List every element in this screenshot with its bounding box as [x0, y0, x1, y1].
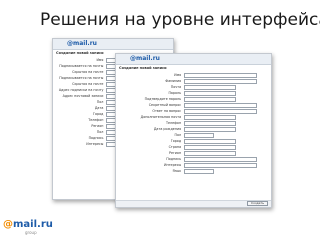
form-row-label: Интересы	[86, 142, 104, 146]
form-caption: Создание новой записи	[56, 51, 104, 55]
slide-title: Решения на уровне интерфейса	[40, 10, 320, 30]
form-row-input[interactable]	[184, 169, 215, 174]
brand-logo-at: @	[3, 219, 13, 230]
submit-button[interactable]: Создать	[247, 200, 268, 206]
brand-logo: @mail.ru	[3, 219, 53, 230]
brand-logo-subtitle: group	[25, 230, 37, 235]
mailru-logo: @mail.ru	[67, 40, 97, 47]
mailru-logo: @mail.ru	[130, 55, 160, 62]
form-header: @mail.ru	[116, 54, 271, 65]
form-footer: Создать	[116, 200, 271, 207]
form-rows: Имя Фамилия Почта Пароль Подтвердите пароль С…	[116, 72, 271, 174]
form-row-label: Язык	[172, 169, 182, 173]
form-row: Язык	[116, 168, 271, 174]
form-header: @mail.ru	[53, 39, 173, 50]
form-screenshot-front: @mail.ru Создание новой записи Имя Фамили…	[115, 53, 272, 208]
form-caption: Создание новой записи	[119, 66, 167, 70]
brand-logo-text: mail.ru	[13, 219, 53, 230]
